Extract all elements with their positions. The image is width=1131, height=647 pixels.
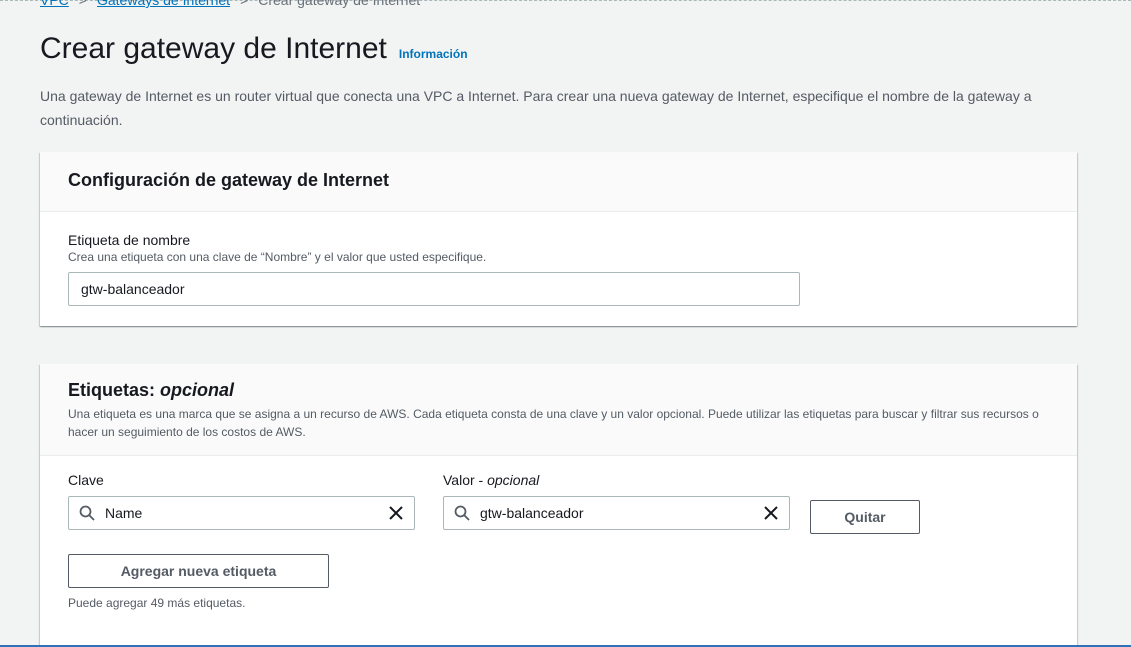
tag-value-label-optional: opcional	[487, 472, 540, 488]
add-tag-button[interactable]: Agregar nueva etiqueta	[68, 554, 329, 588]
tag-value-label-prefix: Valor -	[443, 472, 484, 488]
info-link[interactable]: Información	[399, 47, 468, 61]
remove-tag-button[interactable]: Quitar	[810, 500, 920, 534]
breadcrumb-separator: >	[78, 0, 87, 8]
config-card-body: Etiqueta de nombre Crea una etiqueta con…	[40, 212, 1077, 326]
tag-value-value: gtw-balanceador	[480, 505, 584, 521]
tag-key-input[interactable]: Name	[68, 496, 415, 530]
tag-key-column: Clave Name	[68, 472, 415, 534]
tags-card-title: Etiquetas: opcional	[68, 380, 1049, 401]
tag-value-input[interactable]: gtw-balanceador	[443, 496, 790, 530]
tag-row: Clave Name Valor - opcional gtw-balancea…	[68, 472, 1049, 534]
tags-remaining-hint: Puede agregar 49 más etiquetas.	[68, 596, 246, 610]
page-header: Crear gateway de Internet Información	[40, 32, 468, 66]
search-icon	[454, 505, 470, 521]
breadcrumb: VPC > Gateways de Internet > Crear gateway d…	[40, 0, 420, 8]
breadcrumb-current: Crear gateway de Internet	[258, 0, 421, 8]
tags-card-body: Clave Name Valor - opcional gtw-balancea…	[40, 456, 1077, 626]
config-card-header: Configuración de gateway de Internet	[40, 152, 1077, 212]
config-card: Configuración de gateway de Internet Eti…	[40, 152, 1077, 326]
tag-value-column: Valor - opcional gtw-balanceador	[443, 472, 790, 534]
tag-key-label: Clave	[68, 472, 104, 488]
name-tag-description: Crea una etiqueta con una clave de “Nomb…	[68, 250, 487, 264]
tags-title-prefix: Etiquetas:	[68, 380, 156, 400]
name-tag-input[interactable]: gtw-balanceador	[68, 272, 800, 306]
close-icon[interactable]	[763, 505, 779, 521]
close-icon[interactable]	[388, 505, 404, 521]
tags-card-description: Una etiqueta es una marca que se asigna …	[68, 407, 1039, 439]
tag-value-label: Valor - opcional	[443, 472, 790, 488]
page-description: Una gateway de Internet es un router vir…	[40, 88, 1032, 128]
breadcrumb-vpc[interactable]: VPC	[40, 0, 69, 8]
tags-card: Etiquetas: opcional Una etiqueta es una …	[40, 364, 1077, 647]
tags-card-header: Etiquetas: opcional Una etiqueta es una …	[40, 364, 1077, 456]
search-icon	[79, 505, 95, 521]
tag-key-value: Name	[105, 505, 143, 521]
config-card-title: Configuración de gateway de Internet	[68, 170, 390, 190]
tags-title-optional: opcional	[160, 380, 235, 400]
breadcrumb-separator: >	[240, 0, 249, 8]
name-tag-label: Etiqueta de nombre	[68, 232, 191, 248]
name-tag-input-value: gtw-balanceador	[81, 281, 185, 297]
breadcrumb-gateways[interactable]: Gateways de Internet	[97, 0, 230, 8]
page-title: Crear gateway de Internet	[40, 32, 387, 65]
